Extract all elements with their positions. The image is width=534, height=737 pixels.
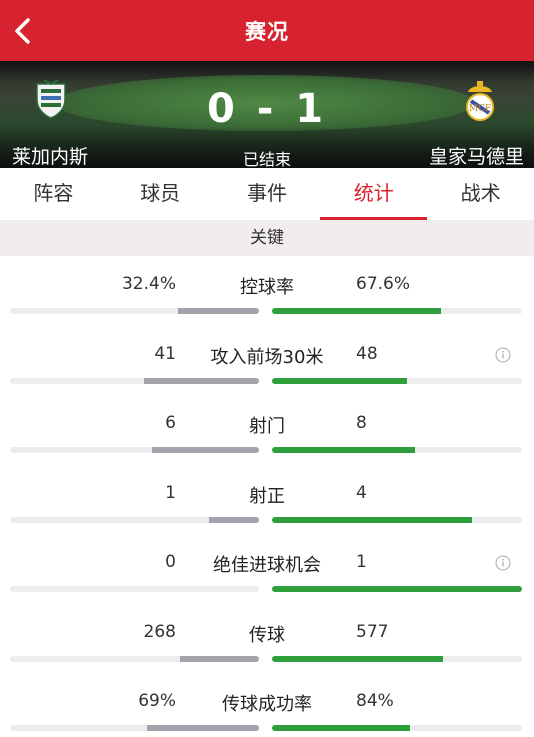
away-stat-bar [272, 377, 522, 384]
stat-label: 控球率 [240, 277, 294, 298]
home-stat-bar-fill [178, 308, 259, 314]
away-stat-value: 67.6% [356, 274, 411, 294]
away-stat-value: 48 [356, 343, 378, 364]
away-team-name[interactable]: 皇家马德里 [429, 142, 524, 169]
away-stat-bar [272, 516, 522, 523]
info-icon[interactable] [495, 347, 511, 363]
away-stat-bar [272, 308, 522, 314]
tab-bar: 阵容 球员 事件 统计 战术 [0, 168, 534, 220]
tab-lineup[interactable]: 阵容 [0, 168, 107, 220]
tab-stats[interactable]: 统计 [320, 168, 427, 220]
away-stat-bar-fill [272, 516, 472, 523]
away-stat-bar-fill [272, 725, 410, 731]
stat-row: 1 射正 4 [0, 465, 534, 535]
match-score: 0 - 1 [206, 86, 328, 132]
home-stat-bar-fill [209, 516, 259, 523]
stat-row: 41 攻入前场30米 48 [0, 326, 534, 396]
home-stat-bar [10, 725, 259, 731]
away-stat-value: 1 [356, 552, 367, 572]
tab-events[interactable]: 事件 [214, 168, 321, 220]
home-stat-bar [10, 377, 259, 384]
stat-label: 射正 [249, 485, 285, 507]
stat-label: 射门 [249, 416, 285, 437]
home-stat-bar [10, 516, 259, 523]
stat-row: 0 绝佳进球机会 1 [0, 534, 534, 604]
stat-label: 绝佳进球机会 [213, 555, 321, 576]
stats-list: 32.4% 控球率 67.6% 41 攻入前场30米 48 6 射门 8 1 射… [0, 256, 534, 737]
away-stat-bar [272, 725, 522, 731]
away-stat-bar-fill [272, 447, 415, 453]
stat-label: 传球成功率 [222, 694, 312, 715]
info-icon[interactable] [495, 555, 511, 571]
away-stat-value: 4 [356, 482, 367, 503]
stat-row: 268 传球 577 [0, 604, 534, 674]
away-stat-bar [272, 655, 522, 662]
home-stat-bar-fill [151, 447, 259, 453]
home-stat-bar-fill [146, 725, 259, 731]
away-stat-bar-fill [272, 308, 441, 314]
away-stat-bar [272, 447, 522, 453]
away-stat-bar [272, 586, 522, 592]
tab-players[interactable]: 球员 [107, 168, 214, 220]
away-stat-value: 84% [356, 691, 394, 711]
away-stat-bar-fill [272, 655, 443, 662]
stat-row: 69% 传球成功率 84% [0, 673, 534, 737]
stat-label: 传球 [249, 624, 285, 646]
stat-label: 攻入前场30米 [210, 346, 324, 368]
away-stat-value: 577 [356, 621, 389, 642]
home-stat-bar [10, 655, 259, 662]
top-bar: 赛况 [0, 0, 534, 61]
away-stat-bar-fill [272, 586, 522, 592]
away-stat-bar-fill [272, 377, 407, 384]
home-stat-bar [10, 586, 259, 592]
home-stat-bar [10, 308, 259, 314]
stat-row: 6 射门 8 [0, 395, 534, 465]
section-header-key: 关键 [0, 220, 534, 256]
home-stat-bar-fill [180, 655, 259, 662]
stat-row: 32.4% 控球率 67.6% [0, 256, 534, 326]
home-stat-bar [10, 447, 259, 453]
page-title: 赛况 [245, 20, 289, 44]
away-stat-value: 8 [356, 413, 367, 433]
home-stat-bar-fill [144, 377, 259, 384]
tab-tactics[interactable]: 战术 [427, 168, 534, 220]
